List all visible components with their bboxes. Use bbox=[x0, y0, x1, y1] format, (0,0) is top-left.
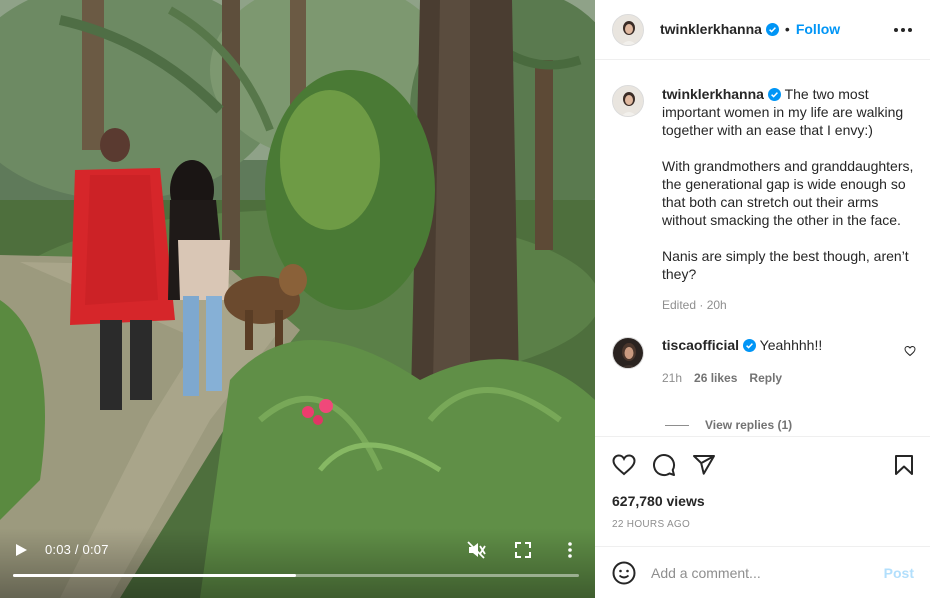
video-progress-fill bbox=[13, 574, 296, 577]
comment-meta: 21h 26 likes Reply bbox=[662, 371, 782, 385]
view-replies-label: View replies (1) bbox=[705, 418, 793, 432]
view-replies-button[interactable]: View replies (1) bbox=[665, 418, 792, 432]
comment-icon[interactable] bbox=[652, 453, 676, 477]
video-time: 0:03 / 0:07 bbox=[45, 542, 109, 557]
mute-icon[interactable] bbox=[466, 540, 486, 560]
header-username[interactable]: twinklerkhanna bbox=[660, 21, 762, 37]
verified-icon bbox=[767, 88, 781, 101]
add-comment-input[interactable] bbox=[651, 562, 871, 584]
comment-item: tiscaofficial Yeahhhh!! bbox=[662, 337, 822, 353]
video-frame bbox=[0, 0, 595, 598]
fullscreen-icon[interactable] bbox=[513, 540, 533, 560]
post-actions: 627,780 views 22 HOURS AGO bbox=[595, 436, 930, 546]
comment-time: 21h bbox=[662, 371, 683, 385]
avatar-image bbox=[613, 15, 643, 45]
add-comment-bar: Post bbox=[595, 546, 930, 598]
separator-dot: • bbox=[784, 21, 790, 37]
post-caption: twinklerkhanna The two most important wo… bbox=[662, 85, 918, 301]
follow-button[interactable]: Follow bbox=[796, 21, 840, 37]
edited-label: Edited · 20h bbox=[662, 298, 727, 312]
comment-avatar[interactable] bbox=[612, 337, 644, 369]
comments-section: twinklerkhanna The two most important wo… bbox=[595, 61, 930, 436]
views-count[interactable]: 627,780 views bbox=[612, 493, 705, 509]
comment-likes[interactable]: 26 likes bbox=[694, 371, 737, 385]
post-header: twinklerkhanna • Follow bbox=[595, 0, 930, 60]
verified-icon bbox=[765, 23, 779, 36]
avatar-image bbox=[613, 86, 643, 116]
comment-username[interactable]: tiscaofficial bbox=[662, 337, 739, 353]
video-controls-overlay bbox=[0, 528, 595, 598]
header-user: twinklerkhanna • Follow bbox=[660, 21, 840, 37]
avatar[interactable] bbox=[612, 14, 644, 46]
video-progress-bar[interactable] bbox=[13, 574, 579, 577]
caption-paragraph: With grandmothers and granddaughters, th… bbox=[662, 158, 914, 228]
play-icon[interactable] bbox=[12, 541, 30, 559]
post-panel: twinklerkhanna • Follow twinklerkhanna The… bbox=[595, 0, 930, 598]
heart-icon[interactable] bbox=[612, 453, 636, 477]
caption-avatar[interactable] bbox=[612, 85, 644, 117]
avatar-image bbox=[613, 338, 643, 368]
share-icon[interactable] bbox=[692, 453, 716, 477]
emoji-icon[interactable] bbox=[612, 561, 636, 585]
more-horizontal-icon[interactable] bbox=[894, 28, 912, 32]
comment-like-heart-icon[interactable] bbox=[904, 345, 916, 357]
caption-username[interactable]: twinklerkhanna bbox=[662, 86, 764, 102]
verified-icon bbox=[743, 339, 757, 352]
more-vertical-icon[interactable] bbox=[560, 540, 580, 560]
post-comment-button[interactable]: Post bbox=[884, 565, 914, 581]
view-replies-line bbox=[665, 424, 689, 426]
reply-button[interactable]: Reply bbox=[749, 371, 782, 385]
post-time[interactable]: 22 HOURS AGO bbox=[612, 519, 690, 530]
comment-text: Yeahhhh!! bbox=[759, 337, 823, 353]
video-player[interactable]: 0:03 / 0:07 bbox=[0, 0, 595, 598]
save-icon[interactable] bbox=[892, 453, 916, 477]
caption-paragraph: Nanis are simply the best though, aren’t… bbox=[662, 248, 909, 282]
